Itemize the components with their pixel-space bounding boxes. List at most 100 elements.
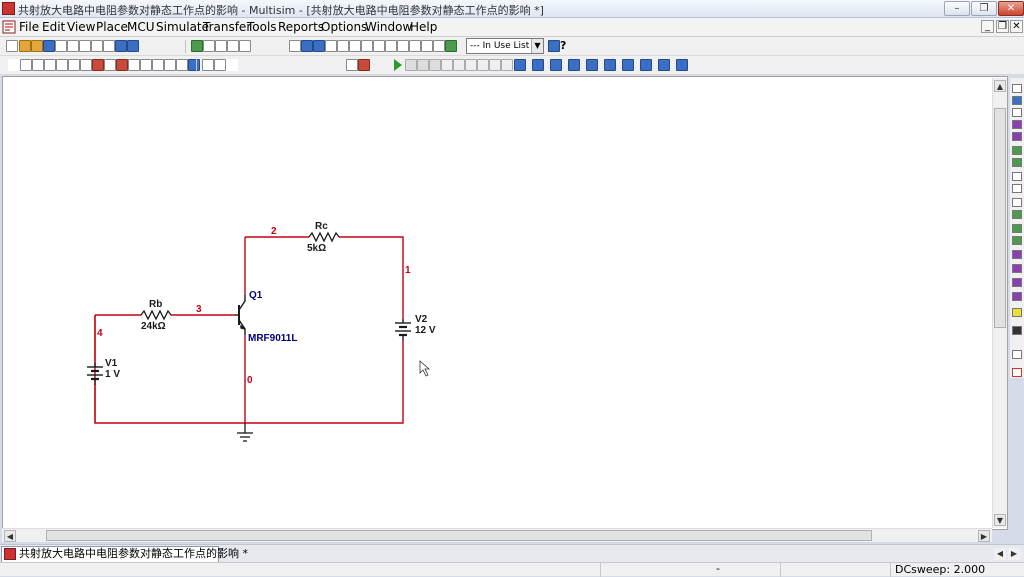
copy-icon[interactable] bbox=[91, 40, 103, 52]
instrument-measurement-probe-icon[interactable] bbox=[1012, 368, 1022, 377]
step-over-icon[interactable] bbox=[465, 59, 477, 71]
step-out-icon[interactable] bbox=[489, 59, 501, 71]
wire-net-1[interactable] bbox=[339, 236, 404, 319]
close-button[interactable]: ✕ bbox=[998, 1, 1024, 16]
menu-place[interactable]: Place bbox=[96, 20, 128, 34]
scroll-up-arrow-icon[interactable]: ▲ bbox=[994, 80, 1006, 92]
iv-analyzer-icon[interactable] bbox=[640, 59, 652, 71]
oscilloscope-icon[interactable] bbox=[568, 59, 580, 71]
mdi-minimize-button[interactable]: _ bbox=[981, 20, 994, 33]
scroll-right-arrow-icon[interactable]: ▶ bbox=[978, 530, 990, 542]
undo-icon[interactable] bbox=[115, 40, 127, 52]
menu-file[interactable]: File bbox=[19, 20, 39, 34]
redo-icon[interactable] bbox=[127, 40, 139, 52]
step-into-icon[interactable] bbox=[477, 59, 489, 71]
instrument-spectrum-icon[interactable] bbox=[1012, 236, 1022, 245]
horizontal-scroll-thumb[interactable] bbox=[46, 530, 872, 541]
menu-tools[interactable]: Tools bbox=[247, 20, 277, 34]
menu-simulate[interactable]: Simulate bbox=[156, 20, 209, 34]
battery-v2[interactable] bbox=[395, 319, 411, 341]
forward-annotate-icon[interactable] bbox=[409, 40, 421, 52]
breadboard-icon[interactable] bbox=[445, 40, 457, 52]
postprocessor-icon[interactable] bbox=[361, 40, 373, 52]
instrument-bode-icon[interactable] bbox=[1012, 158, 1022, 167]
basic-icon[interactable] bbox=[20, 59, 32, 71]
stop-icon[interactable] bbox=[417, 59, 429, 71]
open-folder-icon[interactable] bbox=[19, 40, 31, 52]
source-icon[interactable] bbox=[8, 59, 20, 71]
advanced-peripherals-icon[interactable] bbox=[152, 59, 164, 71]
instrument-oscilloscope-icon[interactable] bbox=[1012, 146, 1022, 155]
menu-view[interactable]: View bbox=[67, 20, 95, 34]
edit-component-icon[interactable] bbox=[433, 40, 445, 52]
menu-help[interactable]: Help bbox=[410, 20, 437, 34]
vertical-scrollbar[interactable]: ▲ ▼ bbox=[992, 78, 1007, 528]
component-wizard-icon[interactable] bbox=[337, 40, 349, 52]
step-icon[interactable] bbox=[429, 59, 441, 71]
tile-vertical-icon[interactable] bbox=[358, 59, 370, 71]
fullscreen-icon[interactable] bbox=[191, 40, 203, 52]
mixed-icon[interactable] bbox=[104, 59, 116, 71]
erc-icon[interactable] bbox=[373, 40, 385, 52]
grapher-icon[interactable] bbox=[349, 40, 361, 52]
resistor-rb[interactable] bbox=[140, 309, 172, 321]
mdi-close-button[interactable]: ✕ bbox=[1010, 20, 1023, 33]
logic-analyzer-icon[interactable] bbox=[622, 59, 634, 71]
run-icon[interactable] bbox=[394, 59, 402, 71]
instrument-iv-analyzer-icon[interactable] bbox=[1012, 224, 1022, 233]
misc-icon[interactable] bbox=[140, 59, 152, 71]
ttl-icon[interactable] bbox=[68, 59, 80, 71]
menu-reports[interactable]: Reports bbox=[278, 20, 324, 34]
instrument-current-probe-icon[interactable] bbox=[1012, 350, 1022, 359]
transfer-icon[interactable] bbox=[385, 40, 397, 52]
multimeter-icon[interactable] bbox=[514, 59, 526, 71]
zoom-in-icon[interactable] bbox=[203, 40, 215, 52]
graphic-annotation-icon[interactable] bbox=[226, 59, 238, 71]
cmos-icon[interactable] bbox=[80, 59, 92, 71]
probe-icon[interactable] bbox=[441, 59, 453, 71]
function-generator-icon[interactable] bbox=[532, 59, 544, 71]
mcu-icon[interactable] bbox=[188, 59, 200, 71]
distortion-analyzer-icon[interactable] bbox=[658, 59, 670, 71]
rf-icon[interactable] bbox=[164, 59, 176, 71]
power-icon[interactable] bbox=[128, 59, 140, 71]
create-component-icon[interactable] bbox=[421, 40, 433, 52]
print-icon[interactable] bbox=[55, 40, 67, 52]
menu-mcu[interactable]: MCU bbox=[127, 20, 155, 34]
vertical-scroll-thumb[interactable] bbox=[994, 108, 1006, 328]
zoom-fit-icon[interactable] bbox=[239, 40, 251, 52]
tab-scroll-left-icon[interactable]: ◀ bbox=[994, 548, 1006, 560]
menu-transfer[interactable]: Transfer bbox=[203, 20, 251, 34]
run-to-cursor-icon[interactable] bbox=[501, 59, 513, 71]
instrument-agilent-scope-icon[interactable] bbox=[1012, 292, 1022, 301]
instrument-logic-converter-icon[interactable] bbox=[1012, 210, 1022, 219]
instrument-multimeter-icon[interactable] bbox=[1012, 84, 1022, 93]
spectrum-analyzer-icon[interactable] bbox=[676, 59, 688, 71]
design-toolbox-icon[interactable] bbox=[301, 40, 313, 52]
instrument-word-generator-icon[interactable] bbox=[1012, 184, 1022, 193]
electromechanical-icon[interactable] bbox=[176, 59, 188, 71]
instrument-distortion-icon[interactable] bbox=[1012, 96, 1022, 105]
bode-plotter-icon[interactable] bbox=[586, 59, 598, 71]
minimize-button[interactable]: – bbox=[944, 1, 970, 16]
maximize-button[interactable]: ❐ bbox=[971, 1, 997, 16]
backannotate-icon[interactable] bbox=[397, 40, 409, 52]
instrument-four-channel-icon[interactable] bbox=[1012, 132, 1022, 141]
cut-icon[interactable] bbox=[79, 40, 91, 52]
bus-icon[interactable] bbox=[214, 59, 226, 71]
instrument-generator-icon[interactable] bbox=[1012, 120, 1022, 129]
instrument-counter-icon[interactable] bbox=[1012, 172, 1022, 181]
print-preview-icon[interactable] bbox=[67, 40, 79, 52]
save-icon[interactable] bbox=[43, 40, 55, 52]
spreadsheet-view-icon[interactable] bbox=[313, 40, 325, 52]
horizontal-scrollbar[interactable]: ◀ ▶ bbox=[2, 528, 992, 542]
instrument-agilent-multimeter-icon[interactable] bbox=[1012, 278, 1022, 287]
diode-icon[interactable] bbox=[32, 59, 44, 71]
menu-window[interactable]: Window bbox=[365, 20, 412, 34]
scroll-left-arrow-icon[interactable]: ◀ bbox=[4, 530, 16, 542]
new-file-icon[interactable] bbox=[6, 40, 18, 52]
instrument-labview-icon[interactable] bbox=[1012, 308, 1022, 317]
indicator-icon[interactable] bbox=[116, 59, 128, 71]
paste-icon[interactable] bbox=[103, 40, 115, 52]
transistor-icon[interactable] bbox=[44, 59, 56, 71]
